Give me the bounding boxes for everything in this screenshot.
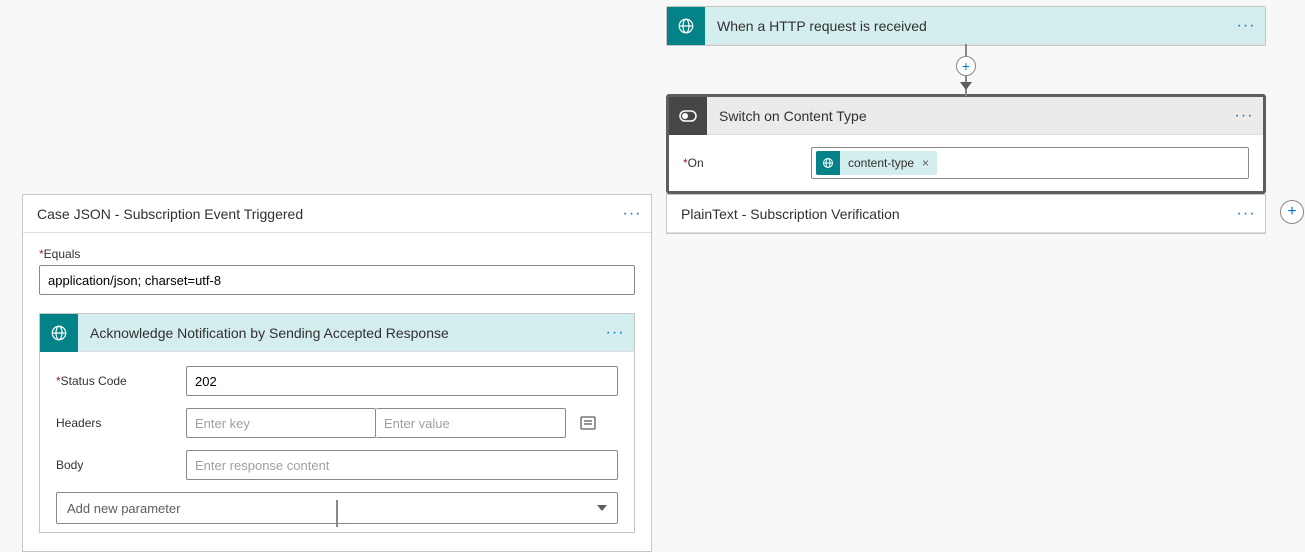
switch-title: Switch on Content Type: [707, 108, 1225, 124]
plaintext-header[interactable]: PlainText - Subscription Verification ··…: [667, 195, 1265, 233]
response-icon: [40, 314, 78, 352]
body-label: Body: [56, 458, 186, 472]
add-parameter-label: Add new parameter: [67, 501, 180, 516]
case-json-title: Case JSON - Subscription Event Triggered: [23, 206, 613, 222]
connector-line-bottom: [336, 500, 338, 527]
acknowledge-menu-icon[interactable]: ···: [596, 324, 634, 342]
trigger-header[interactable]: When a HTTP request is received ···: [667, 7, 1265, 45]
switch-header[interactable]: Switch on Content Type ···: [669, 97, 1263, 135]
switch-body: *On content-type ×: [669, 135, 1263, 191]
token-text: content-type: [848, 156, 914, 170]
trigger-card[interactable]: When a HTTP request is received ···: [666, 6, 1266, 46]
add-step-button[interactable]: +: [956, 56, 976, 76]
equals-input[interactable]: [39, 265, 635, 295]
trigger-title: When a HTTP request is received: [705, 18, 1227, 34]
body-input[interactable]: [186, 450, 618, 480]
acknowledge-header[interactable]: Acknowledge Notification by Sending Acce…: [40, 314, 634, 352]
token-icon: [816, 151, 840, 175]
status-code-label: *Status Code: [56, 374, 186, 388]
headers-label: Headers: [56, 416, 186, 430]
trigger-menu-icon[interactable]: ···: [1227, 17, 1265, 35]
equals-label: *Equals: [39, 247, 635, 261]
acknowledge-title: Acknowledge Notification by Sending Acce…: [78, 325, 596, 341]
header-value-input[interactable]: [376, 408, 566, 438]
switch-menu-icon[interactable]: ···: [1225, 107, 1263, 125]
case-json-card: Case JSON - Subscription Event Triggered…: [22, 194, 652, 552]
case-json-header[interactable]: Case JSON - Subscription Event Triggered…: [23, 195, 651, 233]
http-icon: [667, 7, 705, 45]
chevron-down-icon: [597, 505, 607, 511]
content-type-token[interactable]: content-type ×: [816, 151, 937, 175]
plaintext-menu-icon[interactable]: ···: [1227, 205, 1265, 223]
on-label: *On: [683, 156, 811, 170]
header-key-input[interactable]: [186, 408, 376, 438]
add-case-button[interactable]: +: [1280, 200, 1304, 224]
case-json-menu-icon[interactable]: ···: [613, 205, 651, 223]
on-input[interactable]: content-type ×: [811, 147, 1249, 179]
token-remove-icon[interactable]: ×: [922, 156, 929, 170]
switch-card: Switch on Content Type ··· *On content-t…: [666, 94, 1266, 194]
status-code-input[interactable]: [186, 366, 618, 396]
connector-arrow: [960, 82, 972, 90]
plaintext-card[interactable]: PlainText - Subscription Verification ··…: [666, 194, 1266, 234]
plaintext-title: PlainText - Subscription Verification: [667, 206, 1227, 222]
headers-text-mode-icon[interactable]: [580, 415, 596, 431]
switch-icon: [669, 97, 707, 135]
